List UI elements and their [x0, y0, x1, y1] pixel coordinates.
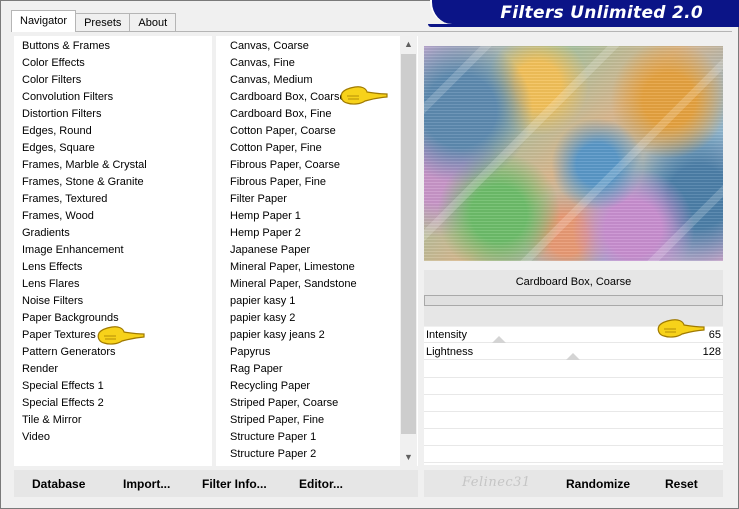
filter-list-item[interactable]: Recycling Paper	[222, 378, 400, 395]
category-list-item[interactable]: Lens Flares	[14, 276, 212, 293]
filter-list-item[interactable]: Papyrus	[222, 344, 400, 361]
category-list-item[interactable]: Buttons & Frames	[14, 38, 212, 55]
window-title: Filters Unlimited 2.0	[500, 3, 703, 23]
filter-info-button[interactable]: Filter Info...	[202, 477, 267, 491]
parameter-panel: Intensity 65 Lightness 128	[424, 327, 723, 465]
filter-list-item[interactable]: Filter Paper	[222, 191, 400, 208]
category-list-panel: Buttons & Frames Color Effects Color Filte…	[14, 36, 212, 466]
filter-list-item[interactable]: Rag Paper	[222, 361, 400, 378]
category-list-item[interactable]: Tile & Mirror	[14, 412, 212, 429]
tab-navigator[interactable]: Navigator	[11, 10, 77, 32]
empty-param-row	[424, 361, 723, 378]
filter-list-item[interactable]: papier kasy 2	[222, 310, 400, 327]
category-list-item[interactable]: Color Effects	[14, 55, 212, 72]
category-list: Buttons & Frames Color Effects Color Filte…	[14, 38, 212, 446]
tab-about[interactable]: About	[129, 13, 177, 32]
empty-param-row	[424, 412, 723, 429]
filter-list-item[interactable]: Striped Paper, Coarse	[222, 395, 400, 412]
filter-list-item[interactable]: Hemp Paper 1	[222, 208, 400, 225]
filter-list-item[interactable]: Mineral Paper, Sandstone	[222, 276, 400, 293]
filter-list-item[interactable]: Cardboard Box, Fine	[222, 106, 400, 123]
current-filter-name: Cardboard Box, Coarse	[515, 276, 632, 288]
database-button[interactable]: Database	[32, 477, 85, 491]
param-value: 128	[702, 346, 721, 358]
tab-bar: Navigator Presets About	[11, 10, 177, 32]
filter-list-item[interactable]: Structure Paper 1	[222, 429, 400, 446]
filter-list-item[interactable]: Mineral Paper, Limestone	[222, 259, 400, 276]
filter-list-item[interactable]: papier kasy jeans 2	[222, 327, 400, 344]
scroll-down-icon[interactable]: ▼	[400, 449, 417, 466]
param-value: 65	[708, 329, 721, 341]
scroll-up-icon[interactable]: ▲	[400, 36, 417, 53]
title-banner-stripe	[428, 24, 739, 27]
category-list-item[interactable]: Edges, Square	[14, 140, 212, 157]
filter-list-item[interactable]: Fibrous Paper, Coarse	[222, 157, 400, 174]
category-list-item[interactable]: Frames, Stone & Granite	[14, 174, 212, 191]
slider-marker[interactable]	[492, 336, 506, 343]
title-banner: Filters Unlimited 2.0	[430, 0, 739, 24]
filter-list-item[interactable]: Striped Paper, Fine	[222, 412, 400, 429]
empty-param-row	[424, 446, 723, 463]
pointing-hand-icon	[657, 319, 705, 338]
filter-list-item[interactable]: Cotton Paper, Coarse	[222, 123, 400, 140]
filter-list-item[interactable]: Structure Paper 3	[222, 463, 400, 466]
pointing-hand-icon	[97, 326, 145, 345]
editor-button[interactable]: Editor...	[299, 477, 343, 491]
filter-list-item[interactable]: Hemp Paper 2	[222, 225, 400, 242]
param-label: Lightness	[426, 346, 474, 358]
empty-param-row	[424, 395, 723, 412]
filter-list-item[interactable]: Canvas, Fine	[222, 55, 400, 72]
param-row-lightness[interactable]: Lightness 128	[424, 344, 723, 360]
filter-preview-image	[424, 46, 723, 261]
tab-underline	[11, 31, 732, 32]
filter-list-item[interactable]: papier kasy 1	[222, 293, 400, 310]
category-list-item[interactable]: Pattern Generators	[14, 344, 212, 361]
category-list-item[interactable]: Color Filters	[14, 72, 212, 89]
filter-list-item[interactable]: Structure Paper 2	[222, 446, 400, 463]
filter-list-item[interactable]: Canvas, Coarse	[222, 38, 400, 55]
filter-list-item[interactable]: Fibrous Paper, Fine	[222, 174, 400, 191]
category-list-item[interactable]: Video	[14, 429, 212, 446]
param-label: Intensity	[426, 329, 467, 341]
filter-list-item[interactable]: Japanese Paper	[222, 242, 400, 259]
empty-param-row	[424, 429, 723, 446]
category-list-item[interactable]: Distortion Filters	[14, 106, 212, 123]
watermark: Felinec31	[462, 475, 531, 490]
category-list-item[interactable]: Lens Effects	[14, 259, 212, 276]
progress-bar	[424, 295, 723, 306]
reset-button[interactable]: Reset	[665, 477, 698, 491]
category-list-item[interactable]: Special Effects 2	[14, 395, 212, 412]
category-list-item[interactable]: Special Effects 1	[14, 378, 212, 395]
scrollbar-thumb[interactable]	[401, 54, 416, 434]
filter-list-item[interactable]: Cotton Paper, Fine	[222, 140, 400, 157]
category-list-item[interactable]: Frames, Textured	[14, 191, 212, 208]
slider-marker[interactable]	[566, 353, 580, 360]
category-list-item[interactable]: Frames, Marble & Crystal	[14, 157, 212, 174]
empty-param-row	[424, 378, 723, 395]
category-list-item[interactable]: Render	[14, 361, 212, 378]
category-list-item[interactable]: Gradients	[14, 225, 212, 242]
category-list-item[interactable]: Frames, Wood	[14, 208, 212, 225]
filter-list-scrollbar[interactable]: ▲ ▼	[400, 36, 417, 466]
category-list-item[interactable]: Convolution Filters	[14, 89, 212, 106]
import-button[interactable]: Import...	[123, 477, 170, 491]
tab-presets[interactable]: Presets	[75, 13, 131, 32]
category-list-item[interactable]: Noise Filters	[14, 293, 212, 310]
pointing-hand-icon	[340, 86, 388, 105]
category-list-item[interactable]: Image Enhancement	[14, 242, 212, 259]
category-list-item[interactable]: Edges, Round	[14, 123, 212, 140]
randomize-button[interactable]: Randomize	[566, 477, 630, 491]
